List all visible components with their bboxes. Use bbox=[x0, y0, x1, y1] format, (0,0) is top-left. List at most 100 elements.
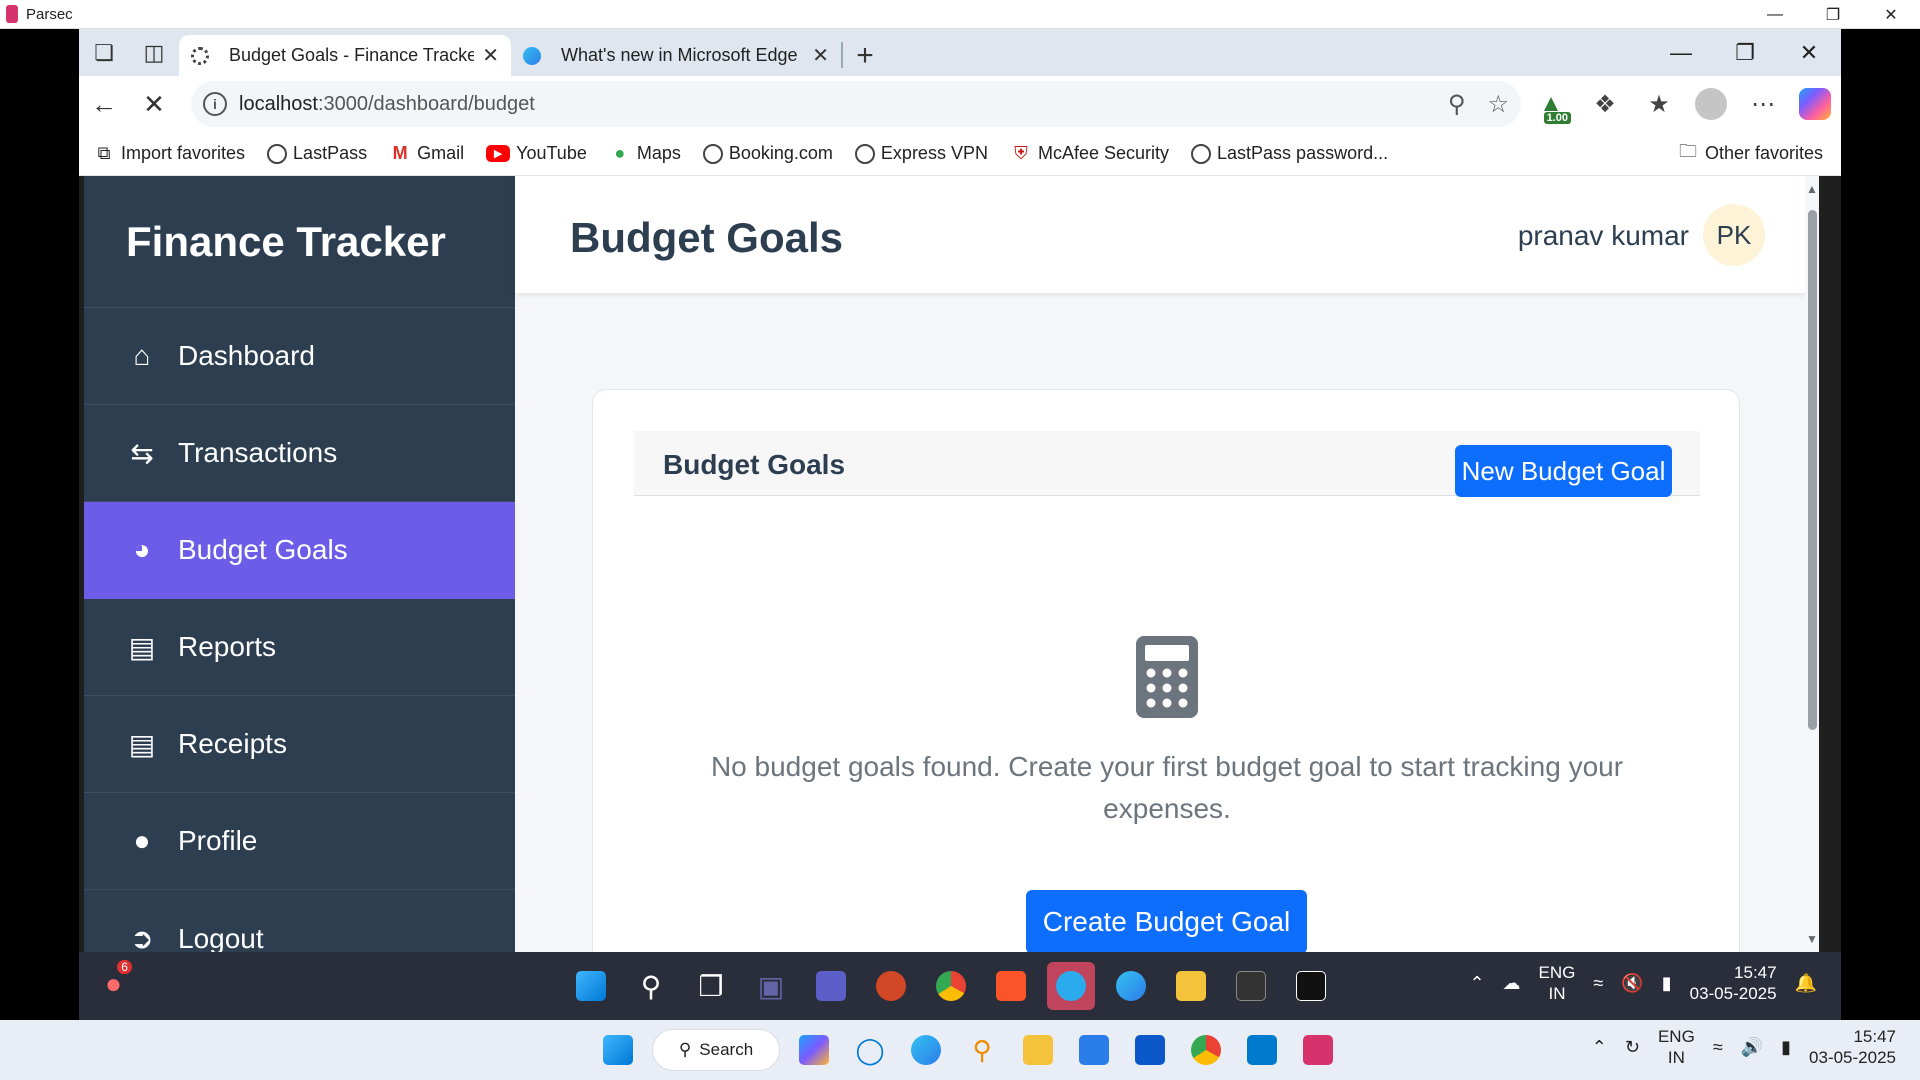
language-indicator[interactable]: ENG IN bbox=[1539, 962, 1576, 1004]
volume-muted-icon[interactable]: 🔇 bbox=[1621, 973, 1643, 994]
notifications-icon[interactable]: 🔔 bbox=[1795, 973, 1817, 994]
fav-lastpass[interactable]: LastPass bbox=[267, 143, 367, 164]
sidebar-item-receipts[interactable]: ▤ Receipts bbox=[84, 696, 515, 793]
fav-label: Express VPN bbox=[880, 143, 988, 163]
workspaces-icon[interactable]: ❏ bbox=[79, 29, 129, 76]
fav-gmail[interactable]: M Gmail bbox=[389, 143, 465, 165]
restore-icon[interactable]: ❐ bbox=[1804, 0, 1862, 29]
scroll-down-icon[interactable]: ▼ bbox=[1806, 932, 1818, 946]
close-tab-icon[interactable]: ✕ bbox=[482, 43, 499, 68]
new-budget-goal-button[interactable]: New Budget Goal bbox=[1455, 445, 1672, 497]
fav-mcafee[interactable]: ⛨ McAfee Security bbox=[1010, 143, 1169, 165]
tab-whats-new-edge[interactable]: What's new in Microsoft Edge ✕ bbox=[511, 35, 841, 76]
battery-icon[interactable]: ▮ bbox=[1781, 1037, 1791, 1058]
close-tab-icon[interactable]: ✕ bbox=[812, 43, 829, 68]
notification-app-icon[interactable]: ● 6 bbox=[105, 960, 132, 1000]
cortana-icon[interactable]: ◯ bbox=[848, 1028, 892, 1072]
address-bar[interactable]: i localhost:3000/dashboard/budget ⚲ ☆ bbox=[191, 81, 1521, 127]
search-icon[interactable]: ⚲ bbox=[627, 962, 675, 1010]
favorites-icon[interactable]: ★ bbox=[1641, 84, 1677, 124]
minimize-icon[interactable]: — bbox=[1649, 29, 1713, 76]
globe-icon bbox=[1191, 143, 1212, 164]
edge-icon[interactable] bbox=[1107, 962, 1155, 1010]
create-budget-goal-button[interactable]: Create Budget Goal bbox=[1026, 890, 1307, 952]
profile-avatar-icon[interactable] bbox=[1695, 88, 1727, 120]
url-path: :3000/dashboard/budget bbox=[317, 92, 535, 115]
volume-icon[interactable]: 🔊 bbox=[1741, 1037, 1763, 1058]
battery-icon[interactable]: ▮ bbox=[1662, 973, 1672, 994]
show-hidden-icons-icon[interactable]: ⌃ bbox=[1469, 973, 1484, 994]
show-hidden-icons-icon[interactable]: ⌃ bbox=[1592, 1037, 1607, 1058]
windows-start-icon[interactable] bbox=[567, 962, 615, 1010]
file-explorer-icon[interactable] bbox=[1167, 962, 1215, 1010]
avatar[interactable]: PK bbox=[1703, 204, 1765, 266]
store-icon[interactable] bbox=[1072, 1028, 1116, 1072]
copilot-icon[interactable] bbox=[792, 1028, 836, 1072]
sidebar-item-dashboard[interactable]: ⌂ Dashboard bbox=[84, 308, 515, 405]
fav-youtube[interactable]: ▶ YouTube bbox=[486, 143, 587, 164]
telegram-icon[interactable] bbox=[1047, 962, 1095, 1010]
restore-icon[interactable]: ❐ bbox=[1713, 29, 1777, 76]
file-explorer-icon[interactable] bbox=[1016, 1028, 1060, 1072]
fav-import-favorites[interactable]: ⧉ Import favorites bbox=[93, 143, 245, 165]
fav-maps[interactable]: ● Maps bbox=[609, 143, 680, 165]
wifi-icon[interactable]: ≈ bbox=[1713, 1037, 1723, 1058]
search-app-icon[interactable]: ⚲ bbox=[960, 1028, 1004, 1072]
brave-icon[interactable] bbox=[987, 962, 1035, 1010]
teams-icon[interactable] bbox=[807, 962, 855, 1010]
vscode-icon[interactable] bbox=[1240, 1028, 1284, 1072]
minimize-icon[interactable]: — bbox=[1746, 0, 1804, 29]
zoom-icon[interactable]: ⚲ bbox=[1448, 90, 1466, 119]
fav-booking[interactable]: Booking.com bbox=[702, 143, 833, 164]
sidebar-item-reports[interactable]: ▤ Reports bbox=[84, 599, 515, 696]
user-name[interactable]: pranav kumar bbox=[1518, 220, 1689, 252]
calculator-icon bbox=[1136, 636, 1198, 718]
fav-lastpass-password[interactable]: LastPass password... bbox=[1191, 143, 1388, 164]
page-scrollbar[interactable]: ▲ ▼ bbox=[1805, 176, 1819, 952]
new-tab-icon[interactable]: + bbox=[843, 35, 887, 76]
sidebar-item-transactions[interactable]: ⇆ Transactions bbox=[84, 405, 515, 502]
language-indicator[interactable]: ENG IN bbox=[1658, 1026, 1695, 1068]
globe-icon bbox=[854, 143, 875, 164]
terminal-icon[interactable] bbox=[1227, 962, 1275, 1010]
site-info-icon[interactable]: i bbox=[203, 92, 227, 116]
app-icon[interactable] bbox=[1287, 962, 1335, 1010]
chrome-icon[interactable] bbox=[927, 962, 975, 1010]
edge-icon[interactable] bbox=[904, 1028, 948, 1072]
onedrive-icon[interactable]: ☁ bbox=[1503, 973, 1521, 994]
sync-icon[interactable]: ↻ bbox=[1625, 1037, 1640, 1058]
sidebar-item-budget-goals[interactable]: ◕ Budget Goals bbox=[84, 502, 515, 599]
back-icon[interactable]: ← bbox=[79, 79, 129, 129]
url-host: localhost bbox=[239, 92, 318, 115]
app-icon[interactable] bbox=[1128, 1028, 1172, 1072]
meet-icon[interactable]: ▣ bbox=[747, 962, 795, 1010]
fav-express-vpn[interactable]: Express VPN bbox=[854, 143, 988, 164]
scroll-thumb[interactable] bbox=[1808, 210, 1817, 730]
sidebar-item-profile[interactable]: ● Profile bbox=[84, 793, 515, 890]
taskbar-search[interactable]: ⚲ Search bbox=[652, 1029, 780, 1071]
scroll-up-icon[interactable]: ▲ bbox=[1806, 182, 1818, 196]
chrome-icon[interactable] bbox=[1184, 1028, 1228, 1072]
extension-icon[interactable]: ▲ 1.00 bbox=[1533, 84, 1571, 124]
close-icon[interactable]: ✕ bbox=[1862, 0, 1920, 29]
vertical-tabs-icon[interactable]: ◫ bbox=[129, 29, 179, 76]
clock-time: 15:47 bbox=[1853, 1027, 1896, 1046]
powerpoint-icon[interactable] bbox=[867, 962, 915, 1010]
task-view-icon[interactable]: ❐ bbox=[687, 962, 735, 1010]
tab-budget-goals[interactable]: Budget Goals - Finance Tracker ✕ bbox=[179, 35, 511, 76]
more-menu-icon[interactable]: ⋯ bbox=[1745, 84, 1781, 124]
parsec-icon[interactable] bbox=[1296, 1028, 1340, 1072]
extensions-puzzle-icon[interactable]: ❖ bbox=[1587, 84, 1623, 124]
copilot-icon[interactable] bbox=[1799, 88, 1831, 120]
clock[interactable]: 15:47 03-05-2025 bbox=[1809, 1026, 1896, 1068]
sidebar-item-logout[interactable]: ➲ Logout bbox=[84, 890, 515, 953]
other-favorites[interactable]: 🗀 Other favorites bbox=[1677, 141, 1823, 165]
clock[interactable]: 15:47 03-05-2025 bbox=[1690, 962, 1777, 1004]
windows-start-icon[interactable] bbox=[596, 1028, 640, 1072]
stop-loading-icon[interactable]: ✕ bbox=[129, 79, 179, 129]
wifi-icon[interactable]: ≈ bbox=[1593, 973, 1603, 994]
close-icon[interactable]: ✕ bbox=[1777, 29, 1841, 76]
fav-label: YouTube bbox=[516, 143, 587, 163]
favorite-star-icon[interactable]: ☆ bbox=[1487, 90, 1509, 119]
fav-label: Import favorites bbox=[121, 143, 246, 163]
